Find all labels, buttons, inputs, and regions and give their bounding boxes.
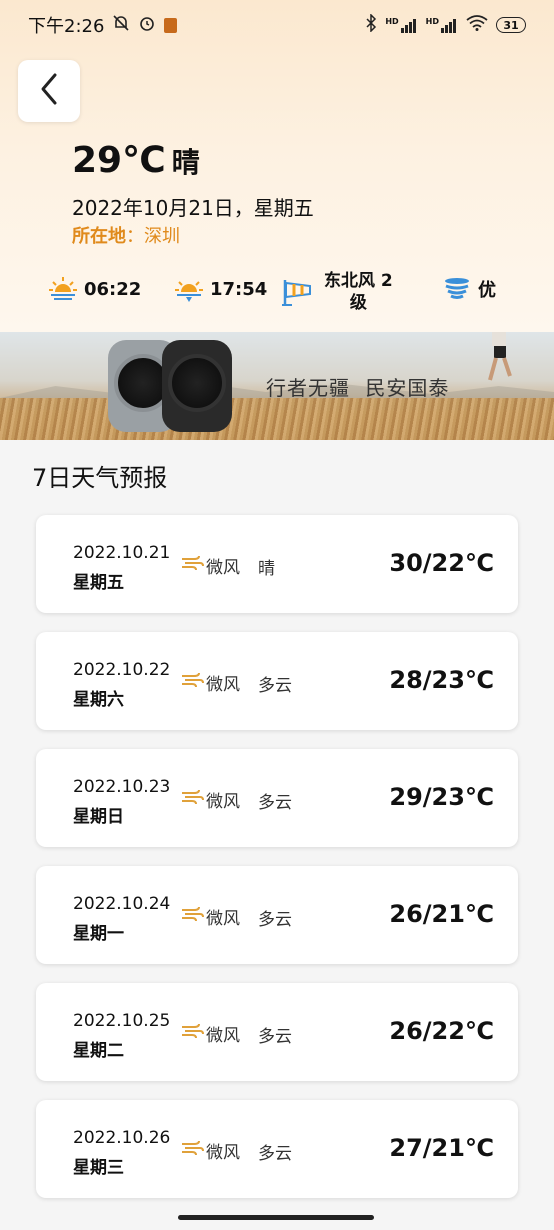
wind-line-1: 东北风 2 <box>324 271 393 291</box>
forecast-card[interactable]: 2022.10.22 星期六 微风 多云 28/23℃ <box>36 632 518 730</box>
back-button[interactable] <box>18 60 80 122</box>
forecast-wind-label: 微风 <box>206 1143 240 1163</box>
forecast-temperature-range: 27/21℃ <box>389 1134 494 1162</box>
air-quality-value: 优 <box>478 280 496 301</box>
forecast-wind: 微风 <box>180 904 240 929</box>
wind-icon <box>180 905 204 928</box>
forecast-weather: 多云 <box>258 793 292 813</box>
forecast-card[interactable]: 2022.10.21 星期五 微风晴 30/22℃ <box>36 515 518 613</box>
wind-icon <box>180 671 204 694</box>
sunrise-stat: 06:22 <box>48 274 141 304</box>
wind-icon <box>180 788 204 811</box>
forecast-weekday: 星期六 <box>73 690 124 710</box>
alarm-icon <box>138 14 156 36</box>
wind-icon <box>180 1022 204 1045</box>
status-bar: 下午2:26 HD HD 31 <box>0 0 554 50</box>
forecast-wind: 微风 <box>180 787 240 812</box>
location-label: 所在地 <box>72 226 126 247</box>
current-temperature: 29℃ <box>72 140 166 181</box>
wind-icon <box>180 1139 204 1162</box>
wind-icon <box>180 554 204 577</box>
forecast-temperature-range: 28/23℃ <box>389 666 494 694</box>
forecast-weekday: 星期二 <box>73 1041 124 1061</box>
forecast-weekday: 星期五 <box>73 573 124 593</box>
forecast-date: 2022.10.24 <box>73 894 171 914</box>
forecast-title: 7日天气预报 <box>32 464 168 492</box>
location: 所在地：深圳 <box>72 226 180 247</box>
forecast-weather: 多云 <box>258 1144 292 1164</box>
forecast-wind-label: 微风 <box>206 792 240 812</box>
forecast-card[interactable]: 2022.10.23 星期日 微风 多云 29/23℃ <box>36 749 518 847</box>
forecast-weather: 多云 <box>258 1027 292 1047</box>
forecast-weekday: 星期一 <box>73 924 124 944</box>
wind-stat: 东北风 2 级 <box>282 270 393 314</box>
current-date: 2022年10月21日，星期五 <box>72 196 314 220</box>
runner-image <box>488 332 512 381</box>
status-time: 下午2:26 <box>28 16 105 37</box>
location-value: 深圳 <box>144 226 180 247</box>
battery-icon: 31 <box>496 17 526 33</box>
forecast-weather: 多云 <box>258 676 292 696</box>
current-weather: 29℃ 晴 <box>72 140 200 181</box>
home-indicator[interactable] <box>178 1215 374 1220</box>
forecast-wind: 微风 <box>180 1138 240 1163</box>
forecast-date: 2022.10.26 <box>73 1128 171 1148</box>
weather-stats: 06:22 17:54 东北风 2 级 优 <box>0 268 554 320</box>
windsock-icon <box>282 277 312 307</box>
forecast-date: 2022.10.22 <box>73 660 171 680</box>
signal-icon-1: HD <box>385 17 417 33</box>
mute-bell-icon <box>112 14 130 36</box>
sunset-stat: 17:54 <box>174 274 267 304</box>
current-condition: 晴 <box>171 146 200 179</box>
forecast-card[interactable]: 2022.10.26 星期三 微风 多云 27/21℃ <box>36 1100 518 1198</box>
forecast-wind-label: 微风 <box>206 675 240 695</box>
forecast-wind: 微风 <box>180 670 240 695</box>
forecast-wind: 微风 <box>180 553 240 578</box>
sunset-time: 17:54 <box>210 278 268 300</box>
sunrise-icon <box>48 274 78 304</box>
forecast-date: 2022.10.25 <box>73 1011 171 1031</box>
sunrise-time: 06:22 <box>84 278 142 300</box>
forecast-wind-label: 微风 <box>206 909 240 929</box>
forecast-weekday: 星期日 <box>73 807 124 827</box>
signal-icon-2: HD <box>426 17 458 33</box>
banner-slogan: 行者无疆 民安国泰 <box>266 376 450 400</box>
bluetooth-icon <box>365 13 377 36</box>
air-quality-stat: 优 <box>442 274 496 304</box>
forecast-wind-label: 微风 <box>206 1026 240 1046</box>
forecast-wind-label: 微风 <box>206 558 240 578</box>
sunset-icon <box>174 274 204 304</box>
watch-image-black <box>162 340 232 432</box>
wind-line-2: 级 <box>349 293 367 313</box>
chevron-left-icon <box>38 72 60 110</box>
forecast-weather: 多云 <box>258 910 292 930</box>
forecast-temperature-range: 30/22℃ <box>389 549 494 577</box>
air-quality-icon <box>442 274 472 304</box>
forecast-temperature-range: 26/21℃ <box>389 900 494 928</box>
banner-grass <box>0 398 554 440</box>
forecast-date: 2022.10.21 <box>73 543 171 563</box>
forecast-card[interactable]: 2022.10.25 星期二 微风 多云 26/22℃ <box>36 983 518 1081</box>
app-notification-icon <box>164 17 178 33</box>
forecast-weather: 晴 <box>258 559 275 579</box>
forecast-temperature-range: 26/22℃ <box>389 1017 494 1045</box>
wifi-icon <box>466 15 488 35</box>
forecast-date: 2022.10.23 <box>73 777 171 797</box>
forecast-wind: 微风 <box>180 1021 240 1046</box>
ad-banner[interactable]: 行者无疆 民安国泰 <box>0 332 554 440</box>
forecast-weekday: 星期三 <box>73 1158 124 1178</box>
forecast-card[interactable]: 2022.10.24 星期一 微风 多云 26/21℃ <box>36 866 518 964</box>
forecast-temperature-range: 29/23℃ <box>389 783 494 811</box>
